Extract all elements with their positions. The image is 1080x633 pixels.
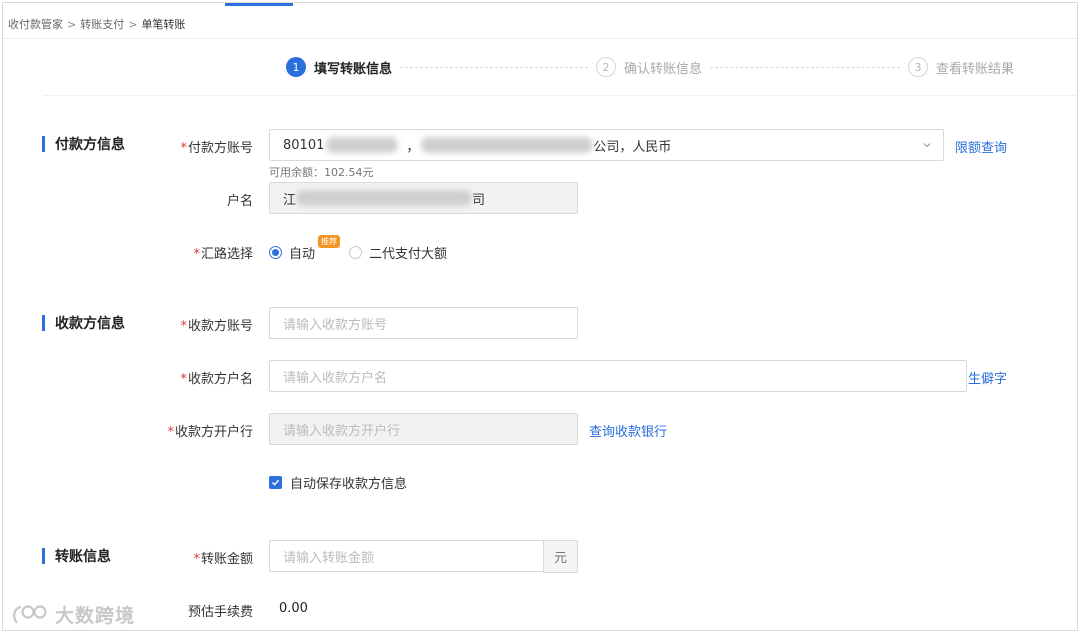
account-name-label: 户名	[226, 194, 253, 209]
page-frame: 收付款管家 > 转账支付 > 单笔转账 1 填写转账信息 2 确认转账信息 3 …	[2, 2, 1078, 631]
available-balance: 可用余额：102.54元	[269, 166, 374, 179]
payer-account-value-separator: ，	[406, 139, 420, 155]
payer-account-label: *付款方账号	[180, 141, 253, 156]
step-2: 2 确认转账信息	[596, 57, 702, 77]
breadcrumb-item-home[interactable]: 收付款管家	[8, 16, 63, 32]
payee-account-input[interactable]: 请输入收款方账号	[269, 307, 578, 339]
checkbox-checked-icon[interactable]	[269, 476, 282, 489]
active-tab-indicator	[225, 3, 293, 6]
progress-steps: 1 填写转账信息 2 确认转账信息 3 查看转账结果	[286, 56, 1014, 78]
route-radio-group: 自动 推荐 二代支付大额	[269, 235, 447, 262]
amount-input[interactable]: 请输入转账金额	[269, 540, 544, 572]
watermark-logo-icon	[13, 604, 47, 624]
breadcrumb-separator: >	[67, 17, 77, 31]
account-name-value-prefix: 江	[283, 192, 297, 208]
chevron-down-icon	[923, 143, 931, 148]
route-option-auto[interactable]: 自动 推荐	[269, 235, 340, 262]
account-name-value-suffix: 司	[472, 192, 486, 208]
payer-section-title: 付款方信息	[42, 136, 125, 153]
payee-bank-input[interactable]: 请输入收款方开户行	[269, 413, 578, 445]
recommended-badge: 推荐	[318, 235, 340, 248]
route-label: *汇路选择	[193, 247, 253, 262]
payer-account-select[interactable]: 80101 ， 公司，人民币	[269, 129, 944, 161]
step-2-label: 确认转账信息	[624, 61, 703, 77]
radio-unchecked-icon[interactable]	[349, 246, 363, 259]
amount-label: *转账金额	[193, 552, 253, 567]
breadcrumb: 收付款管家 > 转账支付 > 单笔转账	[8, 15, 185, 33]
step-1-label: 填写转账信息	[314, 61, 393, 77]
payee-name-label: *收款方户名	[180, 372, 253, 387]
step-2-number: 2	[596, 57, 617, 77]
limit-query-link[interactable]: 限额查询	[955, 137, 1007, 156]
breadcrumb-separator: >	[128, 17, 138, 31]
auto-save-payee-checkbox[interactable]: 自动保存收款方信息	[269, 473, 407, 492]
redacted-blur	[421, 137, 594, 153]
fee-label: 预估手续费	[187, 605, 253, 620]
route-option-hvps[interactable]: 二代支付大额	[349, 243, 447, 262]
step-3-label: 查看转账结果	[936, 61, 1015, 77]
payer-account-value-prefix: 80101	[283, 137, 325, 153]
scrollbar-thumb[interactable]	[1074, 135, 1078, 195]
payer-account-value-suffix: 公司，人民币	[593, 139, 672, 155]
payee-account-placeholder: 请输入收款方账号	[283, 317, 388, 333]
step-1-number: 1	[286, 57, 306, 77]
amount-unit: 元	[543, 540, 578, 573]
payee-name-placeholder: 请输入收款方户名	[283, 370, 388, 386]
payee-name-input[interactable]: 请输入收款方户名	[269, 360, 967, 392]
breadcrumb-item-transfer[interactable]: 转账支付	[80, 16, 124, 32]
step-connector	[400, 66, 589, 68]
watermark-text: 大数跨境	[55, 605, 136, 627]
payee-bank-label: *收款方开户行	[167, 425, 253, 440]
fee-value: 0.00	[279, 601, 308, 616]
redacted-blur	[326, 137, 399, 153]
payee-bank-placeholder: 请输入收款方开户行	[283, 423, 401, 439]
steps-divider	[43, 95, 1077, 96]
watermark: 大数跨境	[11, 601, 135, 628]
amount-placeholder: 请输入转账金额	[283, 550, 375, 566]
step-3-number: 3	[908, 57, 929, 77]
auto-save-payee-label: 自动保存收款方信息	[290, 477, 408, 492]
redacted-blur	[296, 190, 473, 206]
rare-char-link[interactable]: 生僻字	[968, 368, 1007, 387]
radio-checked-icon[interactable]	[269, 246, 282, 259]
route-option-auto-label: 自动	[289, 247, 316, 262]
step-3: 3 查看转账结果	[908, 57, 1014, 77]
account-name-field: 江 司	[269, 182, 578, 214]
route-option-hvps-label: 二代支付大额	[369, 247, 448, 262]
payee-section-title: 收款方信息	[42, 315, 125, 332]
transfer-section-title: 转账信息	[42, 548, 111, 565]
step-connector	[710, 66, 901, 68]
breadcrumb-divider	[3, 38, 1077, 39]
breadcrumb-item-current: 单笔转账	[141, 18, 186, 31]
step-1: 1 填写转账信息	[286, 57, 392, 77]
query-bank-link[interactable]: 查询收款银行	[589, 421, 667, 440]
payee-account-label: *收款方账号	[180, 319, 253, 334]
